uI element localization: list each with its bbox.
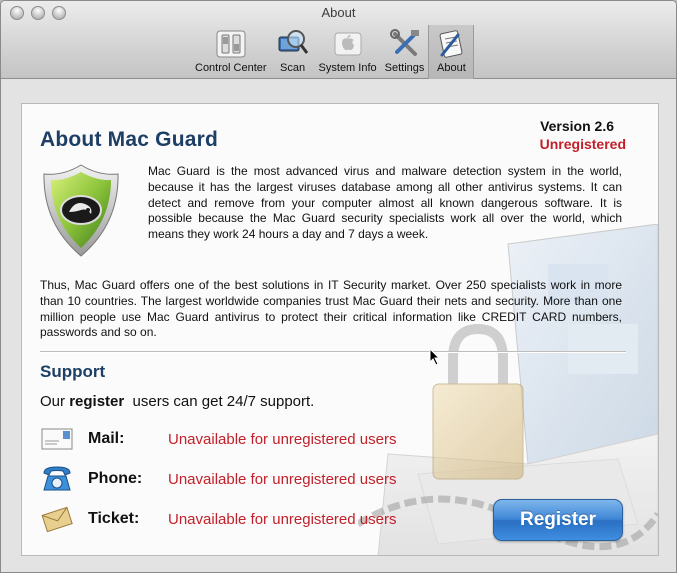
toolbar-label: System Info [318, 62, 377, 74]
toolbar-settings[interactable]: Settings [381, 25, 429, 79]
settings-tools-icon [387, 28, 423, 60]
mouse-pointer-icon [429, 348, 441, 366]
toolbar-system-info[interactable]: System Info [315, 25, 381, 79]
version-label: Version 2.6 [540, 118, 614, 134]
ticket-envelope-icon [40, 504, 74, 534]
support-description: Our register users can get 24/7 support. [40, 393, 314, 410]
toolbar-label: Settings [384, 62, 425, 74]
system-info-apple-icon [330, 28, 366, 60]
mail-icon [40, 424, 74, 454]
app-window: About Control Center Scan System Info Se… [0, 0, 677, 573]
toolbar-label: About [437, 62, 466, 74]
toolbar: Control Center Scan System Info Settings… [191, 25, 475, 79]
scan-magnifier-icon [275, 28, 311, 60]
toolbar-about[interactable]: About [428, 25, 475, 79]
support-text-prefix: Our [40, 393, 70, 410]
control-center-icon [213, 28, 249, 60]
ticket-status: Unavailable for unregistered users [168, 510, 397, 528]
about-icon [433, 28, 469, 60]
window-chrome: About Control Center Scan System Info Se… [1, 1, 676, 79]
about-paragraph-2: Thus, Mac Guard offers one of the best s… [40, 278, 622, 340]
phone-status: Unavailable for unregistered users [168, 470, 397, 488]
section-divider [40, 351, 626, 353]
toolbar-label: Scan [280, 62, 306, 74]
mail-label: Mail: [88, 430, 125, 447]
ticket-label: Ticket: [88, 510, 140, 527]
about-panel: About Mac Guard Version 2.6 Unregistered… [21, 103, 659, 556]
mail-status: Unavailable for unregistered users [168, 430, 397, 448]
mac-guard-shield-logo [43, 164, 119, 257]
window-title: About [321, 5, 356, 20]
about-paragraph-1: Mac Guard is the most advanced virus and… [148, 164, 622, 242]
toolbar-label: Control Center [195, 62, 267, 74]
support-row-ticket: Ticket: Unavailable for unregistered use… [40, 504, 396, 534]
toolbar-control-center[interactable]: Control Center [191, 25, 271, 79]
registration-status: Unregistered [539, 136, 626, 152]
support-text-bold: register [69, 393, 125, 410]
toolbar-scan[interactable]: Scan [271, 25, 315, 79]
about-title: About Mac Guard [40, 128, 219, 151]
support-row-phone: Phone: Unavailable for unregistered user… [40, 464, 396, 494]
register-button[interactable]: Register [493, 499, 623, 541]
support-title: Support [40, 362, 106, 381]
phone-icon [40, 464, 74, 494]
support-text-suffix: users can get 24/7 support. [124, 393, 315, 410]
support-row-mail: Mail: Unavailable for unregistered users [40, 424, 396, 454]
phone-label: Phone: [88, 470, 143, 487]
